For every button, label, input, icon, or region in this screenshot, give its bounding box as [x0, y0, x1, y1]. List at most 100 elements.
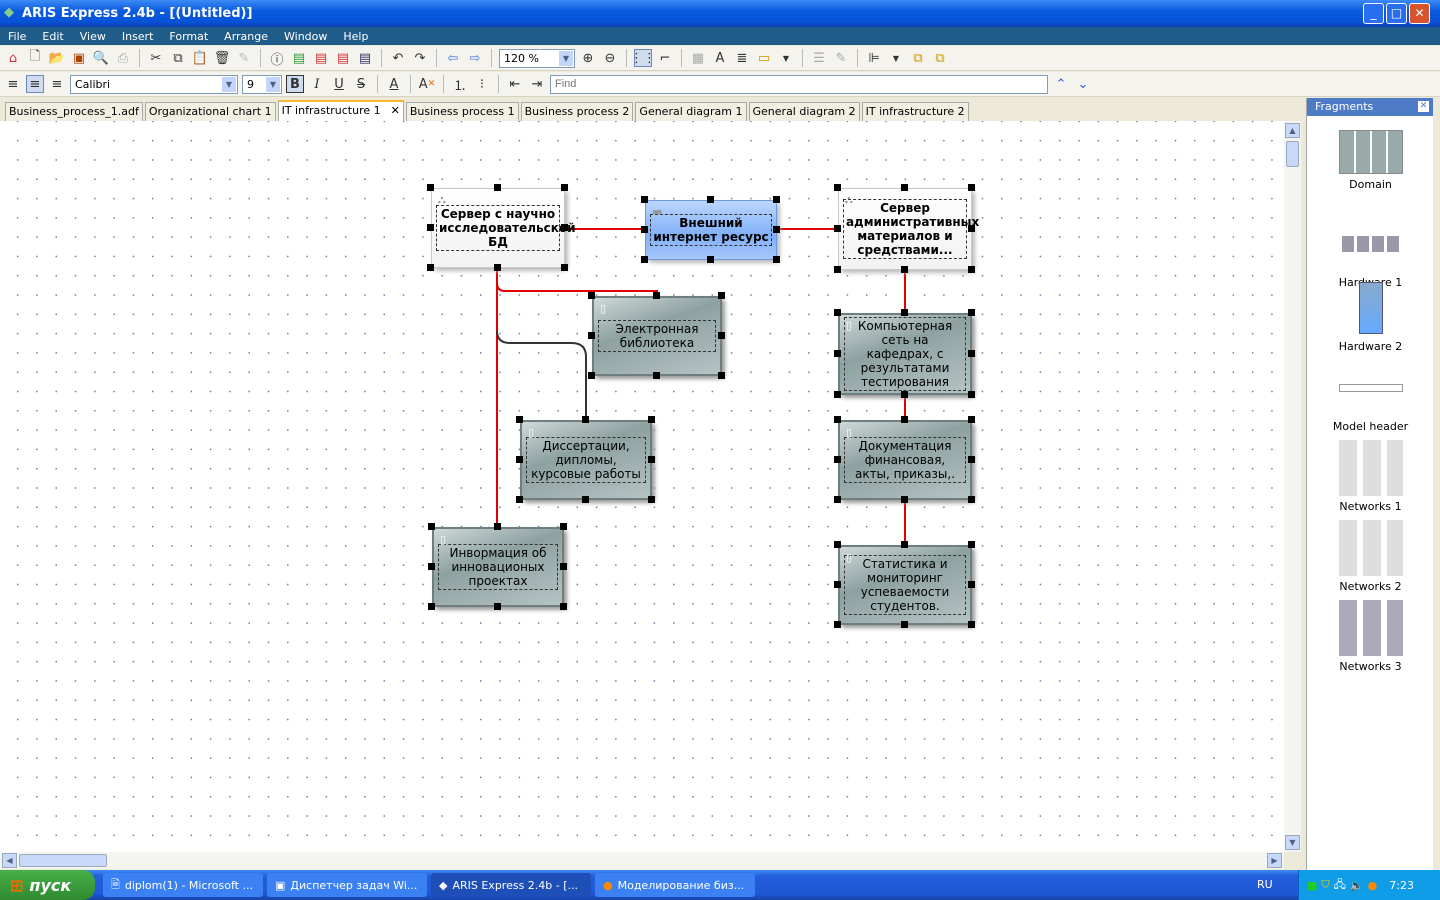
node-label[interactable]: Сервер с научно исследовательской БД — [435, 205, 576, 251]
fragment-hardware-1[interactable]: Hardware 1 — [1307, 216, 1434, 289]
node-label[interactable]: Электронная библиотека — [597, 320, 717, 352]
vertical-scrollbar[interactable]: ▲ ▼ — [1284, 121, 1301, 852]
horizontal-scrollbar[interactable]: ◀ ▶ — [0, 852, 1284, 869]
forward-icon[interactable]: ⇨ — [466, 49, 484, 67]
tab-business-process-1[interactable]: Business process 1 — [405, 102, 519, 121]
italic-icon[interactable]: I — [308, 75, 326, 93]
resize-handle[interactable] — [968, 456, 975, 463]
resize-handle[interactable] — [718, 332, 725, 339]
diagram-node[interactable]: ▯ Компьютерная сеть на кафедрах, с резуль… — [838, 313, 972, 395]
edge-n1-n4[interactable] — [496, 282, 658, 296]
resize-handle[interactable] — [834, 309, 841, 316]
node-label[interactable]: Диссертации, дипломы, курсовые работы — [525, 437, 647, 483]
resize-handle[interactable] — [561, 224, 568, 231]
resize-handle[interactable] — [968, 496, 975, 503]
resize-handle[interactable] — [648, 416, 655, 423]
tab-general-diagram-2[interactable]: General diagram 2 — [748, 102, 860, 121]
fragment-networks-1[interactable]: Networks 1 — [1307, 440, 1434, 513]
chevron-down-icon[interactable]: ▼ — [777, 49, 795, 67]
resize-handle[interactable] — [901, 496, 908, 503]
fragment-hardware-2[interactable]: Hardware 2 — [1307, 280, 1434, 353]
node-label[interactable]: Компьютерная сеть на кафедрах, с результ… — [843, 317, 967, 391]
resize-handle[interactable] — [641, 196, 648, 203]
resize-handle[interactable] — [494, 184, 501, 191]
resize-handle[interactable] — [834, 541, 841, 548]
zoom-out-icon[interactable]: ⊖ — [601, 49, 619, 67]
font-select[interactable]: Calibri ▼ — [70, 74, 238, 94]
resize-handle[interactable] — [834, 621, 841, 628]
resize-handle[interactable] — [834, 225, 841, 232]
underline-icon[interactable]: U — [330, 75, 348, 93]
menu-window[interactable]: Window — [276, 30, 335, 43]
format-painter-icon[interactable]: ✎ — [235, 49, 253, 67]
resize-handle[interactable] — [494, 523, 501, 530]
close-button[interactable]: ✕ — [1409, 3, 1430, 24]
resize-handle[interactable] — [968, 184, 975, 191]
resize-handle[interactable] — [834, 350, 841, 357]
close-tab-icon[interactable]: ✕ — [391, 104, 400, 117]
resize-handle[interactable] — [834, 581, 841, 588]
fragment-model-header[interactable]: Model header — [1307, 360, 1434, 433]
tab-organizational-chart-1[interactable]: Organizational chart 1 — [144, 102, 276, 121]
resize-handle[interactable] — [968, 416, 975, 423]
diagram-node[interactable]: ▯ Инвормация об инновационых проектах — [432, 527, 564, 607]
paste-icon[interactable]: 📋 — [191, 49, 209, 67]
bring-front-icon[interactable]: ⧉ — [909, 49, 927, 67]
resize-handle[interactable] — [516, 496, 523, 503]
resize-handle[interactable] — [428, 563, 435, 570]
resize-handle[interactable] — [641, 226, 648, 233]
numbered-list-icon[interactable]: ⒈ — [451, 75, 469, 94]
resize-handle[interactable] — [834, 456, 841, 463]
menu-arrange[interactable]: Arrange — [216, 30, 276, 43]
resize-handle[interactable] — [834, 391, 841, 398]
diagram-node[interactable]: ▯ Электронная библиотека — [592, 296, 722, 376]
resize-handle[interactable] — [588, 372, 595, 379]
tray-app-icon[interactable]: ■ — [1307, 879, 1317, 892]
task-aris[interactable]: ◆ ARIS Express 2.4b - [... — [431, 873, 591, 897]
shape-icon[interactable]: ▭ — [755, 49, 773, 67]
resize-handle[interactable] — [968, 266, 975, 273]
language-indicator[interactable]: RU — [1257, 878, 1273, 891]
resize-handle[interactable] — [834, 416, 841, 423]
export-pdf-icon[interactable]: ▤ — [312, 49, 330, 67]
tab-it-infrastructure-1[interactable]: IT infrastructure 1 ✕ — [277, 100, 404, 121]
print-preview-icon[interactable]: 🔍 — [92, 49, 110, 67]
maximize-button[interactable]: □ — [1386, 3, 1407, 24]
resize-handle[interactable] — [561, 184, 568, 191]
node-label[interactable]: Инвормация об инновационых проектах — [437, 544, 559, 590]
bold-icon[interactable]: B — [286, 75, 304, 93]
menu-insert[interactable]: Insert — [114, 30, 162, 43]
resize-handle[interactable] — [718, 292, 725, 299]
redo-icon[interactable]: ↷ — [411, 49, 429, 67]
scroll-left-button[interactable]: ◀ — [2, 853, 17, 868]
resize-handle[interactable] — [901, 541, 908, 548]
resize-handle[interactable] — [494, 603, 501, 610]
resize-handle[interactable] — [588, 292, 595, 299]
fragment-networks-2[interactable]: Networks 2 — [1307, 520, 1434, 593]
indent-icon[interactable]: ⇥ — [528, 75, 546, 93]
distribute-icon[interactable]: ☰ — [810, 49, 828, 67]
diagram-node[interactable]: ▬ Внешний интернет ресурс — [645, 200, 777, 260]
minimize-button[interactable]: _ — [1363, 3, 1384, 24]
fragment-domain[interactable]: Domain — [1307, 122, 1434, 191]
scroll-right-button[interactable]: ▶ — [1267, 853, 1282, 868]
resize-handle[interactable] — [648, 496, 655, 503]
resize-handle[interactable] — [968, 391, 975, 398]
resize-handle[interactable] — [582, 496, 589, 503]
align-icon[interactable]: ▦ — [689, 49, 707, 67]
scroll-up-button[interactable]: ▲ — [1285, 123, 1300, 138]
text-format-icon[interactable]: ≣ — [733, 49, 751, 67]
resize-handle[interactable] — [582, 416, 589, 423]
align-left-icon[interactable]: ⊫ — [865, 49, 883, 67]
resize-handle[interactable] — [560, 603, 567, 610]
print-icon[interactable]: ⎙ — [114, 49, 132, 67]
tab-it-infrastructure-2[interactable]: IT infrastructure 2 — [861, 102, 969, 121]
start-button[interactable]: ⊞ пуск — [0, 870, 95, 900]
menu-view[interactable]: View — [72, 30, 114, 43]
fragment-networks-3[interactable]: Networks 3 — [1307, 600, 1434, 673]
edit-icon[interactable]: ✎ — [832, 49, 850, 67]
resize-handle[interactable] — [428, 523, 435, 530]
cut-icon[interactable]: ✂ — [147, 49, 165, 67]
connector-icon[interactable]: ⌐ — [656, 49, 674, 67]
info-icon[interactable]: ⓘ — [268, 49, 286, 68]
